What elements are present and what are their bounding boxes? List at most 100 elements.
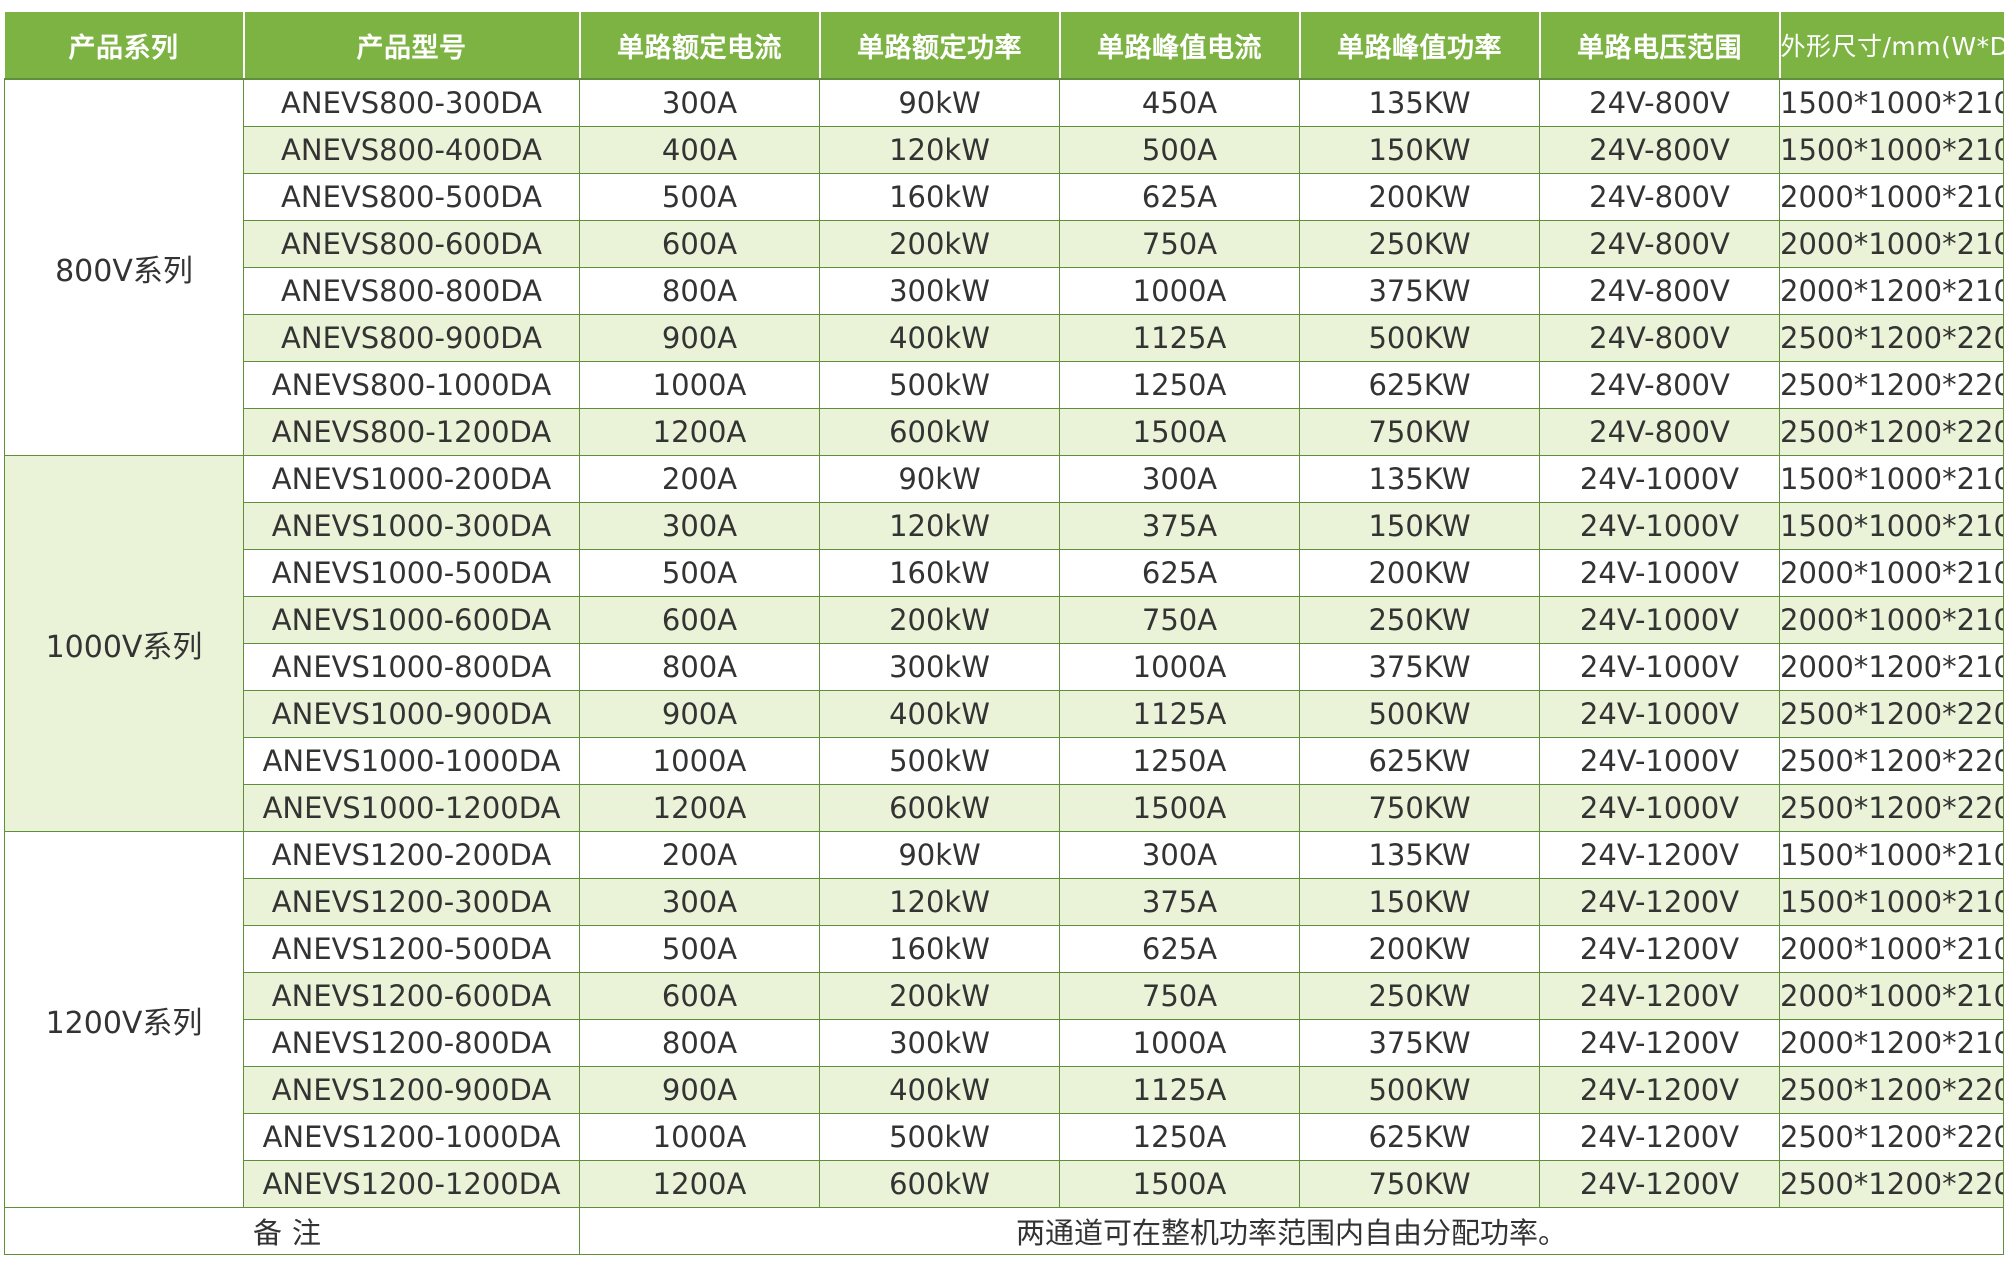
dimensions-cell: 2500*1200*2200 bbox=[1779, 690, 2004, 738]
peak-power-cell: 250KW bbox=[1299, 972, 1540, 1020]
peak-current-cell: 1250A bbox=[1059, 1113, 1300, 1161]
voltage-range-cell: 24V-800V bbox=[1539, 314, 1780, 362]
peak-power-cell: 375KW bbox=[1299, 267, 1540, 315]
peak-power-cell: 625KW bbox=[1299, 737, 1540, 785]
voltage-range-cell: 24V-800V bbox=[1539, 361, 1780, 409]
peak-power-cell: 150KW bbox=[1299, 126, 1540, 174]
dimensions-cell: 2000*1000*2100 bbox=[1779, 173, 2004, 221]
table-row: ANEVS800-600DA 600A 200kW 750A 250KW 24V-800V… bbox=[5, 220, 2004, 268]
table-row: 1200V系列 ANEVS1200-200DA 200A 90kW 300A 135KW 2… bbox=[4, 831, 2004, 1208]
table-body: 800V系列 ANEVS800-300DA 300A 90kW 450A 135KW 24V… bbox=[4, 78, 2004, 1208]
table-row: ANEVS1000-800DA 800A 300kW 1000A 375KW 24V-10… bbox=[5, 643, 2004, 691]
rated-current-cell: 300A bbox=[579, 502, 820, 550]
dimensions-cell: 1500*1000*2100 bbox=[1779, 502, 2004, 550]
rated-current-cell: 300A bbox=[579, 878, 820, 926]
dimensions-cell: 2000*1000*2100 bbox=[1779, 220, 2004, 268]
rated-power-cell: 300kW bbox=[819, 1019, 1060, 1067]
rated-power-cell: 90kW bbox=[819, 78, 1060, 127]
model-cell: ANEVS1200-900DA bbox=[243, 1066, 580, 1114]
peak-power-cell: 375KW bbox=[1299, 1019, 1540, 1067]
header-voltage-range: 单路电压范围 bbox=[1538, 12, 1780, 80]
table-row: ANEVS800-400DA 400A 120kW 500A 150KW 24V-800V… bbox=[5, 126, 2004, 174]
model-cell: ANEVS1200-1000DA bbox=[243, 1113, 580, 1161]
dimensions-cell: 2500*1200*2200 bbox=[1779, 1066, 2004, 1114]
header-series: 产品系列 bbox=[4, 12, 244, 80]
peak-power-cell: 135KW bbox=[1299, 78, 1540, 127]
model-cell: ANEVS1000-600DA bbox=[243, 596, 580, 644]
table-row: ANEVS1200-800DA 800A 300kW 1000A 375KW 24V-12… bbox=[5, 1019, 2004, 1067]
model-cell: ANEVS1000-300DA bbox=[243, 502, 580, 550]
peak-current-cell: 300A bbox=[1059, 455, 1300, 503]
rated-power-cell: 600kW bbox=[819, 784, 1060, 832]
peak-current-cell: 1500A bbox=[1059, 784, 1300, 832]
rated-power-cell: 120kW bbox=[819, 502, 1060, 550]
peak-current-cell: 1500A bbox=[1059, 408, 1300, 456]
voltage-range-cell: 24V-1200V bbox=[1539, 1019, 1780, 1067]
model-cell: ANEVS1000-200DA bbox=[243, 455, 580, 503]
voltage-range-cell: 24V-1200V bbox=[1539, 1066, 1780, 1114]
rated-current-cell: 900A bbox=[579, 314, 820, 362]
dimensions-cell: 2500*1200*2200 bbox=[1779, 1113, 2004, 1161]
rated-power-cell: 500kW bbox=[819, 361, 1060, 409]
rated-current-cell: 1000A bbox=[579, 737, 820, 785]
peak-current-cell: 500A bbox=[1059, 126, 1300, 174]
peak-power-cell: 625KW bbox=[1299, 1113, 1540, 1161]
table-row: ANEVS1000-900DA 900A 400kW 1125A 500KW 24V-10… bbox=[5, 690, 2004, 738]
model-cell: ANEVS1000-1200DA bbox=[243, 784, 580, 832]
table-row: ANEVS800-500DA 500A 160kW 625A 200KW 24V-800V… bbox=[5, 173, 2004, 221]
model-cell: ANEVS800-900DA bbox=[243, 314, 580, 362]
series-cell: 800V系列 bbox=[4, 78, 244, 456]
peak-power-cell: 135KW bbox=[1299, 455, 1540, 503]
rated-power-cell: 500kW bbox=[819, 1113, 1060, 1161]
model-cell: ANEVS1000-900DA bbox=[243, 690, 580, 738]
dimensions-cell: 2500*1200*2200 bbox=[1779, 361, 2004, 409]
model-cell: ANEVS1200-300DA bbox=[243, 878, 580, 926]
voltage-range-cell: 24V-1000V bbox=[1539, 643, 1780, 691]
voltage-range-cell: 24V-800V bbox=[1539, 173, 1780, 221]
peak-power-cell: 500KW bbox=[1299, 314, 1540, 362]
table-row: ANEVS1200-900DA 900A 400kW 1125A 500KW 24V-12… bbox=[5, 1066, 2004, 1114]
peak-current-cell: 1250A bbox=[1059, 361, 1300, 409]
rated-current-cell: 500A bbox=[579, 549, 820, 597]
model-cell: ANEVS1200-800DA bbox=[243, 1019, 580, 1067]
table-row: ANEVS800-800DA 800A 300kW 1000A 375KW 24V-800… bbox=[5, 267, 2004, 315]
model-cell: ANEVS800-800DA bbox=[243, 267, 580, 315]
dimensions-cell: 2000*1000*2100 bbox=[1779, 596, 2004, 644]
rated-current-cell: 900A bbox=[579, 690, 820, 738]
table-row: ANEVS1000-600DA 600A 200kW 750A 250KW 24V-100… bbox=[5, 596, 2004, 644]
voltage-range-cell: 24V-1200V bbox=[1539, 878, 1780, 926]
peak-current-cell: 375A bbox=[1059, 878, 1300, 926]
peak-power-cell: 500KW bbox=[1299, 1066, 1540, 1114]
dimensions-cell: 2000*1000*2100 bbox=[1779, 925, 2004, 973]
model-cell: ANEVS800-1000DA bbox=[243, 361, 580, 409]
rated-current-cell: 1200A bbox=[579, 408, 820, 456]
peak-current-cell: 750A bbox=[1059, 972, 1300, 1020]
table-row: ANEVS1200-1000DA 1000A 500kW 1250A 625KW 24V-… bbox=[5, 1113, 2004, 1161]
peak-current-cell: 625A bbox=[1059, 173, 1300, 221]
peak-current-cell: 1500A bbox=[1059, 1160, 1300, 1208]
voltage-range-cell: 24V-1200V bbox=[1539, 831, 1780, 879]
series-cell: 1200V系列 bbox=[4, 831, 244, 1208]
dimensions-cell: 1500*1000*2100 bbox=[1779, 78, 2004, 127]
table-row: ANEVS1200-300DA 300A 120kW 375A 150KW 24V-120… bbox=[5, 878, 2004, 926]
rated-current-cell: 800A bbox=[579, 643, 820, 691]
dimensions-cell: 1500*1000*2100 bbox=[1779, 455, 2004, 503]
table-row: ANEVS1200-1200DA 1200A 600kW 1500A 750KW 24V-… bbox=[5, 1160, 2004, 1208]
dimensions-cell: 2000*1200*2100 bbox=[1779, 643, 2004, 691]
model-cell: ANEVS1200-200DA bbox=[243, 831, 580, 879]
voltage-range-cell: 24V-800V bbox=[1539, 126, 1780, 174]
dimensions-cell: 2500*1200*2200 bbox=[1779, 408, 2004, 456]
peak-power-cell: 135KW bbox=[1299, 831, 1540, 879]
peak-current-cell: 1125A bbox=[1059, 1066, 1300, 1114]
peak-power-cell: 500KW bbox=[1299, 690, 1540, 738]
rated-current-cell: 900A bbox=[579, 1066, 820, 1114]
series-cell: 1000V系列 bbox=[4, 455, 244, 832]
peak-power-cell: 625KW bbox=[1299, 361, 1540, 409]
header-peak-current: 单路峰值电流 bbox=[1058, 12, 1300, 80]
rated-current-cell: 500A bbox=[579, 173, 820, 221]
dimensions-cell: 2500*1200*2200 bbox=[1779, 784, 2004, 832]
rated-power-cell: 400kW bbox=[819, 314, 1060, 362]
rated-power-cell: 160kW bbox=[819, 925, 1060, 973]
rated-power-cell: 200kW bbox=[819, 596, 1060, 644]
table-row: ANEVS1000-1200DA 1200A 600kW 1500A 750KW 24V-… bbox=[5, 784, 2004, 832]
